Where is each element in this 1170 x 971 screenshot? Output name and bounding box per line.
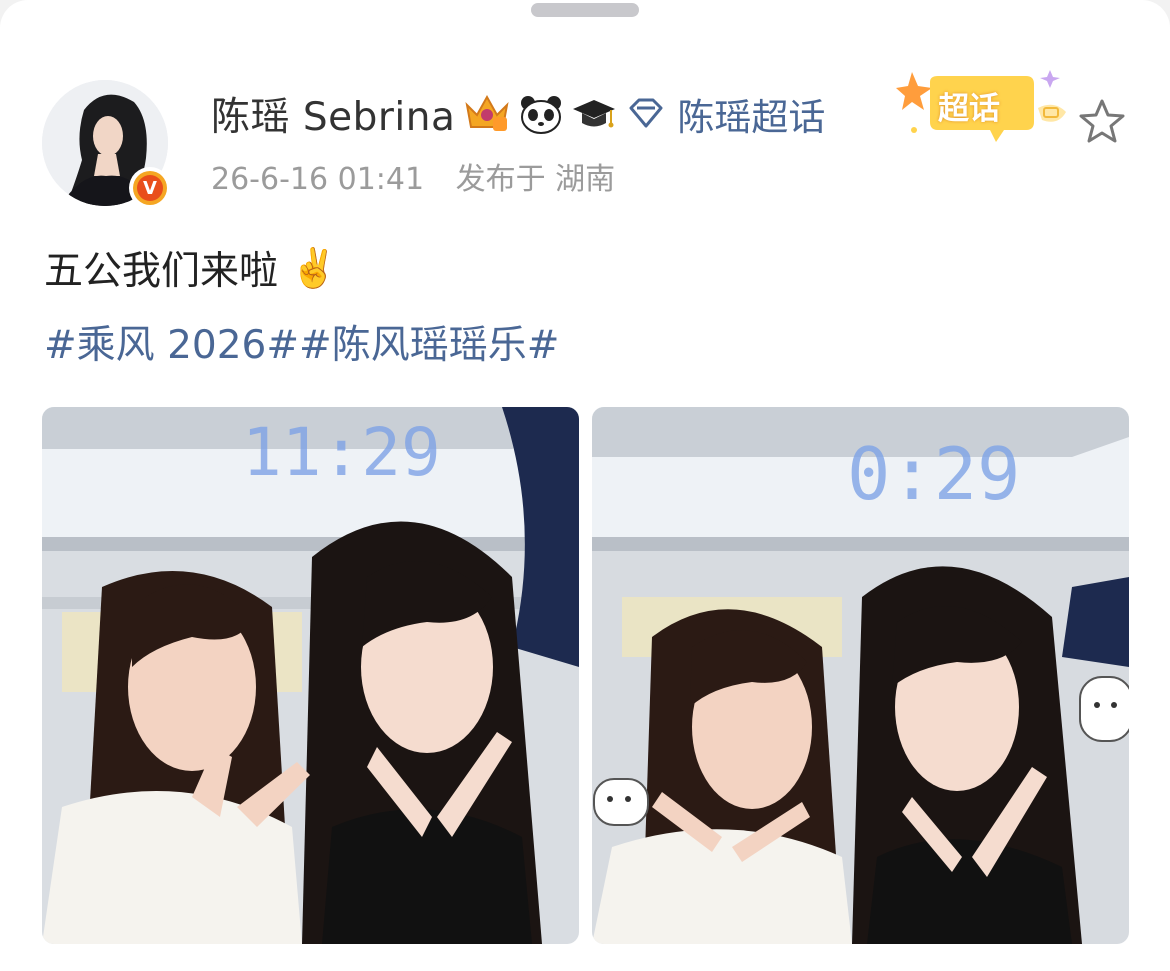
chaohua-link[interactable]: 陈瑶超话 — [677, 87, 825, 141]
victory-hand-emoji: ✌️ — [290, 245, 338, 290]
post-timestamp: 26-6-16 01:41 — [211, 162, 425, 197]
hashtag-chenfeng-yaoyao[interactable]: #陈风瑶瑶乐# — [299, 323, 559, 368]
post-body: 五公我们来啦 — [44, 249, 279, 294]
graduation-cap-badge-icon[interactable] — [571, 94, 617, 134]
diamond-chaohua-icon[interactable] — [625, 96, 667, 132]
author-row: 陈瑶 Sebrina 陈瑶超话 — [211, 88, 825, 140]
post-text: 五公我们来啦 ✌️ — [44, 240, 337, 296]
author-name[interactable]: 陈瑶 Sebrina — [211, 86, 455, 142]
star-favorite-icon[interactable] — [1076, 96, 1128, 148]
hashtags: #乘风 2026##陈风瑶瑶乐# — [44, 314, 559, 370]
post-meta: 26-6-16 01:41 发布于 湖南 — [211, 154, 615, 198]
crown-level-badge-icon[interactable] — [463, 93, 511, 135]
chaohua-sticker[interactable]: 超话 — [892, 64, 1072, 152]
photo-clock-1: 11:29 — [242, 414, 441, 491]
photo-clock-2: 0:29 — [847, 432, 1020, 516]
hashtag-chengfeng[interactable]: #乘风 2026# — [44, 323, 299, 368]
post-sheet: V 陈瑶 Sebrina 陈瑶超话 26-6-16 01:41 发布于 湖南 超… — [0, 0, 1170, 971]
sheet-grabber[interactable] — [531, 3, 639, 17]
post-image-2[interactable]: 0:29 — [592, 407, 1129, 944]
verified-v-badge-icon: V — [129, 167, 171, 209]
panda-badge-icon[interactable] — [519, 93, 563, 135]
verified-label: V — [137, 175, 163, 201]
post-location: 发布于 湖南 — [455, 162, 616, 197]
post-image-1[interactable]: 11:29 — [42, 407, 579, 944]
chaohua-sticker-label: 超话 — [938, 91, 1000, 127]
